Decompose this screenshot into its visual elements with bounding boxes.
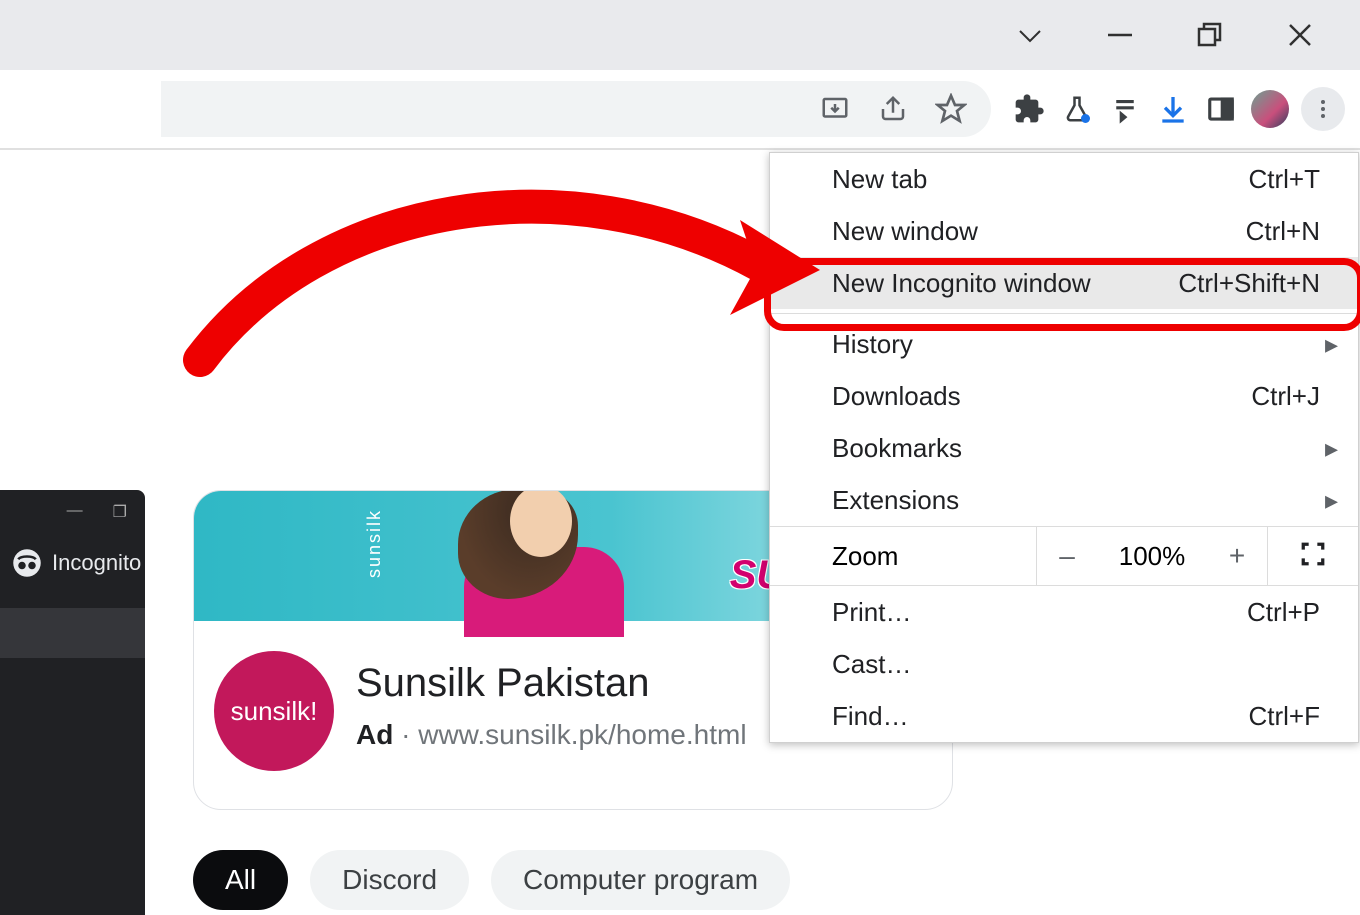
side-panel-icon[interactable] <box>1203 91 1239 127</box>
menu-downloads[interactable]: Downloads Ctrl+J <box>770 370 1358 422</box>
menu-zoom-row: Zoom – 100% + <box>770 526 1358 586</box>
maximize-button[interactable] <box>1195 20 1225 50</box>
window-titlebar <box>0 0 1360 70</box>
menu-label: Find… <box>832 701 909 732</box>
share-icon[interactable] <box>875 91 911 127</box>
menu-label: Bookmarks <box>832 433 962 464</box>
profile-avatar[interactable] <box>1251 90 1289 128</box>
chevron-right-icon: ▸ <box>1325 485 1338 516</box>
chip-discord[interactable]: Discord <box>310 850 469 910</box>
menu-shortcut: Ctrl+J <box>1251 381 1320 412</box>
zoom-label: Zoom <box>770 541 1036 572</box>
incognito-label-text: Incognito <box>52 550 141 576</box>
menu-label: Cast… <box>832 649 911 680</box>
ad-title: Sunsilk Pakistan <box>356 661 649 706</box>
minimize-icon: — <box>67 502 83 522</box>
omnibox[interactable] <box>161 81 991 137</box>
download-icon[interactable] <box>1155 91 1191 127</box>
banner-person-image <box>464 490 624 625</box>
fullscreen-button[interactable] <box>1268 541 1358 572</box>
menu-new-window[interactable]: New window Ctrl+N <box>770 205 1358 257</box>
browser-menu: New tab Ctrl+T New window Ctrl+N New Inc… <box>769 152 1359 743</box>
install-app-icon[interactable] <box>817 91 853 127</box>
media-controls-icon[interactable] <box>1107 91 1143 127</box>
chip-all[interactable]: All <box>193 850 288 910</box>
menu-label: History <box>832 329 913 360</box>
chip-computer-program[interactable]: Computer program <box>491 850 790 910</box>
zoom-value: 100% <box>1097 541 1207 572</box>
extensions-puzzle-icon[interactable] <box>1011 91 1047 127</box>
ad-url: www.sunsilk.pk/home.html <box>418 719 746 750</box>
menu-label: Extensions <box>832 485 959 516</box>
browser-toolbar <box>0 70 1360 150</box>
menu-extensions[interactable]: Extensions ▸ <box>770 474 1358 526</box>
filter-chips: All Discord Computer program <box>193 850 790 910</box>
tabs-dropdown-icon[interactable] <box>1015 20 1045 50</box>
bookmark-star-icon[interactable] <box>933 91 969 127</box>
chevron-right-icon: ▸ <box>1325 329 1338 360</box>
menu-new-tab[interactable]: New tab Ctrl+T <box>770 153 1358 205</box>
minimize-button[interactable] <box>1105 20 1135 50</box>
menu-find[interactable]: Find… Ctrl+F <box>770 690 1358 742</box>
maximize-icon: ❐ <box>113 502 127 522</box>
menu-shortcut: Ctrl+P <box>1247 597 1320 628</box>
window-controls <box>970 20 1360 50</box>
zoom-out-button[interactable]: – <box>1037 540 1097 572</box>
menu-label: New tab <box>832 164 927 195</box>
menu-label: Print… <box>832 597 911 628</box>
ad-logo: sunsilk! <box>214 651 334 771</box>
menu-cast[interactable]: Cast… <box>770 638 1358 690</box>
incognito-window-preview[interactable]: — ❐ Incognito <box>0 490 145 915</box>
zoom-in-button[interactable]: + <box>1207 540 1267 572</box>
menu-label: New window <box>832 216 978 247</box>
menu-bookmarks[interactable]: Bookmarks ▸ <box>770 422 1358 474</box>
menu-print[interactable]: Print… Ctrl+P <box>770 586 1358 638</box>
incognito-win-controls: — ❐ <box>0 490 145 530</box>
ad-badge: Ad <box>356 719 393 750</box>
menu-shortcut: Ctrl+F <box>1249 701 1321 732</box>
close-button[interactable] <box>1285 20 1315 50</box>
incognito-badge: Incognito <box>12 548 145 578</box>
incognito-icon <box>12 548 42 578</box>
ad-byline: Ad · www.sunsilk.pk/home.html <box>356 719 747 751</box>
banner-brand-text: sunsilk <box>364 509 385 578</box>
menu-shortcut: Ctrl+N <box>1246 216 1320 247</box>
menu-shortcut: Ctrl+T <box>1249 164 1321 195</box>
chevron-right-icon: ▸ <box>1325 433 1338 464</box>
annotation-highlight-box <box>764 258 1360 331</box>
browser-menu-button[interactable] <box>1301 87 1345 131</box>
incognito-toolbar <box>0 608 145 658</box>
menu-label: Downloads <box>832 381 961 412</box>
labs-flask-icon[interactable] <box>1059 91 1095 127</box>
